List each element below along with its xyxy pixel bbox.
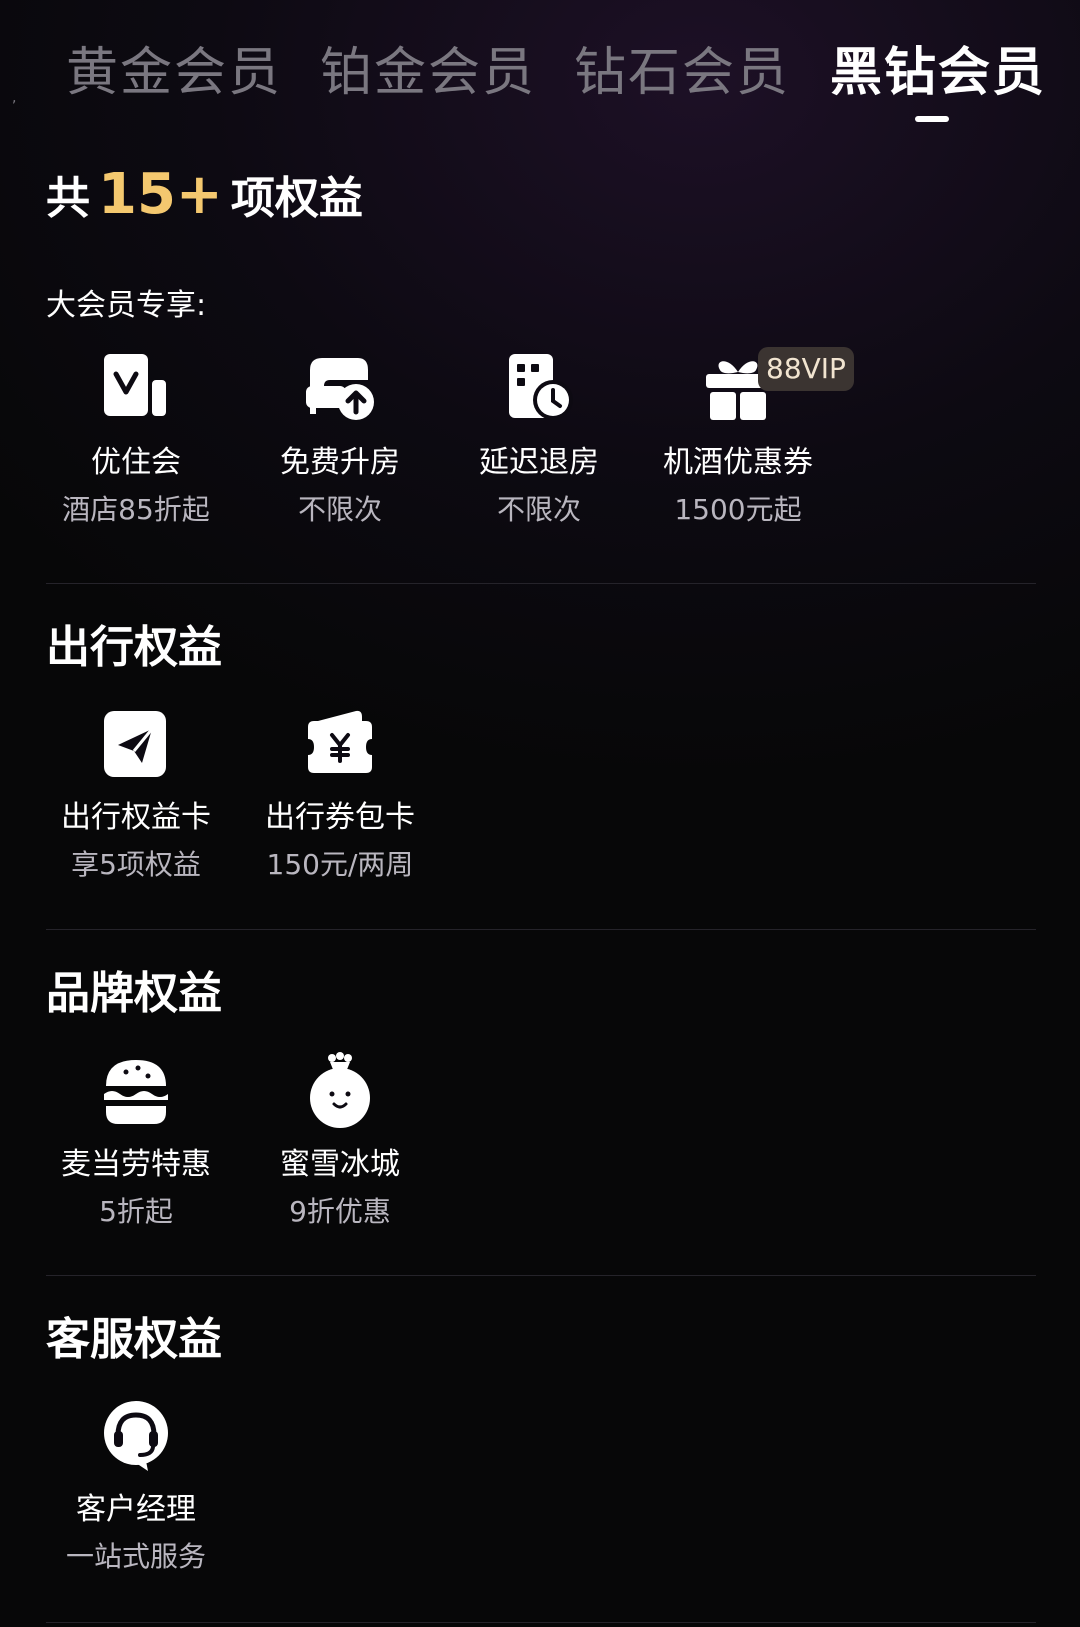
benefit-travel-card[interactable]: 出行权益卡 享5项权益 — [36, 705, 236, 885]
benefit-mcdonalds[interactable]: 麦当劳特惠 5折起 — [36, 1052, 236, 1232]
benefit-mixue[interactable]: 蜜雪冰城 9折优惠 — [240, 1052, 440, 1232]
section-divider — [46, 1275, 1036, 1276]
benefit-desc: 酒店85折起 — [62, 493, 210, 526]
benefit-name: 机酒优惠券 — [663, 445, 813, 480]
benefit-name: 优住会 — [91, 445, 181, 480]
benefit-desc: 5折起 — [99, 1195, 173, 1228]
vip-badge: 88VIP — [758, 347, 854, 391]
headset-icon — [104, 1401, 168, 1471]
snowman-icon — [310, 1052, 370, 1128]
paper-plane-icon — [104, 711, 166, 777]
benefit-free-upgrade[interactable]: 免费升房 不限次 — [240, 350, 440, 530]
benefit-travel-coupon-pack[interactable]: 出行券包卡 150元/两周 — [240, 705, 440, 885]
benefits-total-prefix: 共 — [46, 173, 90, 224]
benefit-name: 免费升房 — [280, 445, 400, 480]
active-tab-indicator — [915, 116, 949, 122]
tab-diamond[interactable]: 钻石会员 — [574, 38, 790, 108]
late-checkout-icon — [509, 354, 573, 420]
benefit-desc: 不限次 — [496, 493, 581, 526]
benefits-total-suffix: 项权益 — [230, 173, 363, 224]
tab-scroll-indicator: , — [12, 90, 17, 106]
benefit-desc: 不限次 — [297, 493, 382, 526]
benefit-desc: 9折优惠 — [289, 1195, 391, 1228]
section-title-travel: 出行权益 — [46, 622, 222, 673]
benefit-desc: 一站式服务 — [65, 1540, 206, 1573]
benefit-name: 延迟退房 — [479, 445, 599, 480]
benefit-name: 出行权益卡 — [61, 800, 211, 835]
benefit-name: 蜜雪冰城 — [280, 1147, 400, 1182]
membership-tabs: , 黄金会员 铂金会员 钻石会员 黑钻会员 — [0, 0, 1080, 140]
benefits-total: 共 15+ 项权益 — [46, 160, 363, 230]
benefit-youzhuhui[interactable]: 优住会 酒店85折起 — [36, 350, 236, 530]
tab-platinum[interactable]: 铂金会员 — [320, 38, 536, 108]
benefit-name: 麦当劳特惠 — [61, 1147, 211, 1182]
section-divider — [46, 929, 1036, 930]
benefit-late-checkout[interactable]: 延迟退房 不限次 — [439, 350, 639, 530]
benefit-account-manager[interactable]: 客户经理 一站式服务 — [36, 1397, 236, 1577]
exclusive-label: 大会员专享: — [46, 288, 207, 323]
section-title-service: 客服权益 — [46, 1314, 222, 1365]
section-divider — [46, 583, 1036, 584]
tab-gold[interactable]: 黄金会员 — [66, 38, 282, 108]
burger-icon — [104, 1060, 168, 1124]
coupon-wallet-icon — [308, 710, 372, 773]
section-title-brand: 品牌权益 — [46, 968, 222, 1019]
room-upgrade-icon — [306, 358, 374, 420]
benefit-name: 出行券包卡 — [265, 800, 415, 835]
tab-black-diamond[interactable]: 黑钻会员 — [830, 38, 1046, 108]
section-divider — [46, 1622, 1036, 1623]
benefits-count: 15+ — [98, 162, 223, 227]
benefit-desc: 150元/两周 — [266, 848, 414, 881]
benefit-desc: 享5项权益 — [71, 848, 201, 881]
benefit-name: 客户经理 — [76, 1492, 196, 1527]
v-card-icon — [104, 354, 166, 416]
benefit-desc: 1500元起 — [674, 493, 802, 526]
